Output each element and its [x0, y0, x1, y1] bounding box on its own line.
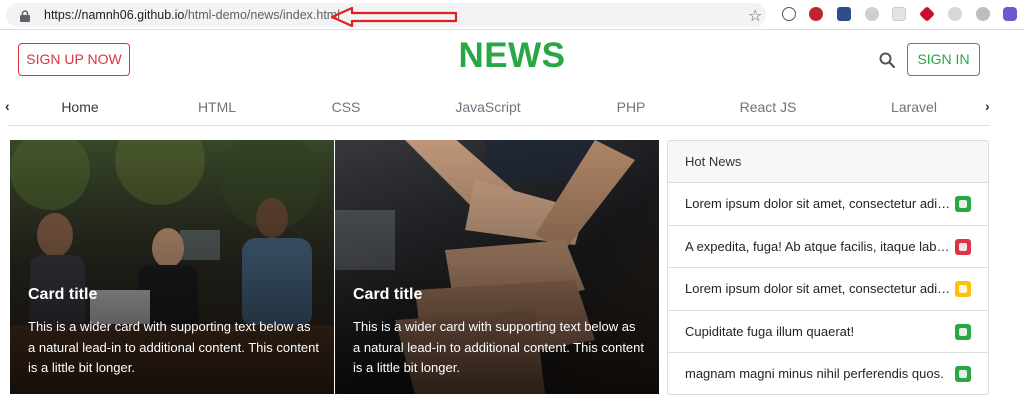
nav-item-reactjs[interactable]: React JS: [740, 99, 797, 115]
extension-icon-1[interactable]: [782, 7, 796, 21]
card-title: Card title: [353, 286, 423, 303]
nav-item-javascript[interactable]: JavaScript: [455, 99, 520, 115]
news-badge-icon: [955, 323, 971, 340]
hot-news-item-text[interactable]: A expedita, fuga! Ab atque facilis, itaq…: [685, 239, 953, 254]
sign-in-button[interactable]: SIGN IN: [907, 43, 980, 76]
url-path: /html-demo/news/index.html: [184, 8, 340, 22]
news-card-2[interactable]: Card title This is a wider card with sup…: [335, 140, 659, 394]
hot-news-item-text[interactable]: magnam magni minus nihil perferendis quo…: [685, 366, 953, 381]
nav-item-home[interactable]: Home: [61, 99, 98, 115]
card-title: Card title: [28, 286, 98, 303]
hot-news-item-text[interactable]: Lorem ipsum dolor sit amet, consectetur …: [685, 196, 953, 211]
ruby-icon[interactable]: [919, 6, 935, 22]
search-icon[interactable]: [879, 52, 895, 68]
hot-news-item[interactable]: Cupiditate fuga illum quaerat!: [668, 311, 988, 353]
hot-news-heading: Hot News: [668, 141, 988, 183]
extension-icon-5[interactable]: [892, 7, 906, 21]
extension-icon-8[interactable]: [976, 7, 990, 21]
hot-news-item[interactable]: Lorem ipsum dolor sit amet, consectetur …: [668, 268, 988, 311]
nav-item-php[interactable]: PHP: [617, 99, 646, 115]
hot-news-item[interactable]: A expedita, fuga! Ab atque facilis, itaq…: [668, 226, 988, 268]
hot-news-item-text[interactable]: Cupiditate fuga illum quaerat!: [685, 324, 953, 339]
nav-next-chevron-icon[interactable]: ›: [985, 98, 990, 114]
extension-icon-4[interactable]: [865, 7, 879, 21]
nav-divider: [8, 125, 990, 126]
site-brand-title: NEWS: [458, 36, 566, 75]
nav-prev-chevron-icon[interactable]: ‹: [5, 98, 10, 114]
nav-item-laravel[interactable]: Laravel: [891, 99, 937, 115]
url-host: https://namnh06.github.io: [44, 8, 185, 22]
nav-item-css[interactable]: CSS: [332, 99, 361, 115]
news-badge-icon: [955, 366, 971, 382]
card-text: This is a wider card with supporting tex…: [353, 319, 645, 375]
hot-news-item-text[interactable]: Lorem ipsum dolor sit amet, consectetur …: [685, 281, 953, 296]
url-text: https://namnh06.github.io/html-demo/news…: [44, 8, 340, 22]
news-badge-icon: [955, 281, 971, 297]
news-badge-icon: [955, 238, 971, 255]
bookmark-star-icon[interactable]: ☆: [748, 7, 762, 27]
lock-icon: [20, 10, 30, 22]
annotation-arrow-icon: [330, 6, 458, 28]
browser-address-bar: https://namnh06.github.io/html-demo/news…: [0, 0, 1024, 30]
extension-icon-7[interactable]: [948, 7, 962, 21]
nav-item-html[interactable]: HTML: [198, 99, 236, 115]
hot-news-item[interactable]: Lorem ipsum dolor sit amet, consectetur …: [668, 183, 988, 226]
sign-up-button[interactable]: SIGN UP NOW: [18, 43, 130, 76]
news-badge-icon: [955, 196, 971, 212]
hot-news-item[interactable]: magnam magni minus nihil perferendis quo…: [668, 353, 988, 394]
card-text: This is a wider card with supporting tex…: [28, 319, 320, 375]
hot-news-panel: Hot News Lorem ipsum dolor sit amet, con…: [667, 140, 989, 395]
redux-icon[interactable]: [1003, 7, 1017, 21]
adblock-icon[interactable]: [809, 7, 823, 21]
extension-d-icon[interactable]: [837, 7, 851, 21]
news-card-1[interactable]: Card title This is a wider card with sup…: [10, 140, 334, 394]
